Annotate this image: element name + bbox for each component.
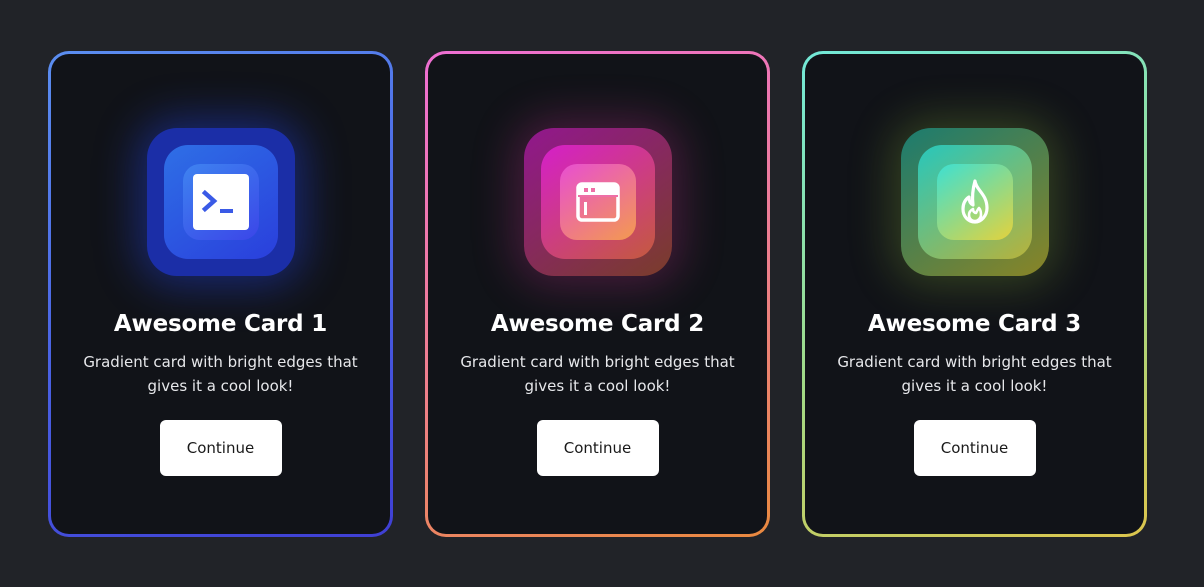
terminal-icon xyxy=(192,173,250,231)
card-1-border: Awesome Card 1 Gradient card with bright… xyxy=(48,51,393,537)
card-2: Awesome Card 2 Gradient card with bright… xyxy=(428,54,767,534)
card-2-icon-ring xyxy=(540,145,655,259)
card-3-continue-button[interactable]: Continue xyxy=(913,420,1036,476)
card-3-icon-tile xyxy=(936,164,1013,240)
card-2-title: Awesome Card 2 xyxy=(490,311,705,337)
card-2-icon-tile xyxy=(559,164,636,240)
card-3-description: Gradient card with bright edges that giv… xyxy=(837,353,1112,395)
card-1-icon-tile xyxy=(182,164,259,240)
browser-window-icon xyxy=(575,182,620,222)
card-1-description: Gradient card with bright edges that giv… xyxy=(83,353,358,395)
card-3-icon-ring xyxy=(917,145,1032,259)
card-2-continue-button[interactable]: Continue xyxy=(536,420,659,476)
card-3: Awesome Card 3 Gradient card with bright… xyxy=(805,54,1144,534)
card-2-icon-container xyxy=(523,128,672,276)
card-3-icon-container xyxy=(900,128,1049,276)
card-1-title: Awesome Card 1 xyxy=(113,311,328,337)
flame-icon xyxy=(955,178,995,226)
card-1-continue-button[interactable]: Continue xyxy=(159,420,282,476)
card-3-title: Awesome Card 3 xyxy=(867,311,1082,337)
card-1: Awesome Card 1 Gradient card with bright… xyxy=(51,54,390,534)
card-2-border: Awesome Card 2 Gradient card with bright… xyxy=(425,51,770,537)
card-3-border: Awesome Card 3 Gradient card with bright… xyxy=(802,51,1147,537)
card-1-icon-ring xyxy=(163,145,278,259)
card-2-description: Gradient card with bright edges that giv… xyxy=(460,353,735,395)
card-1-icon-container xyxy=(146,128,295,276)
